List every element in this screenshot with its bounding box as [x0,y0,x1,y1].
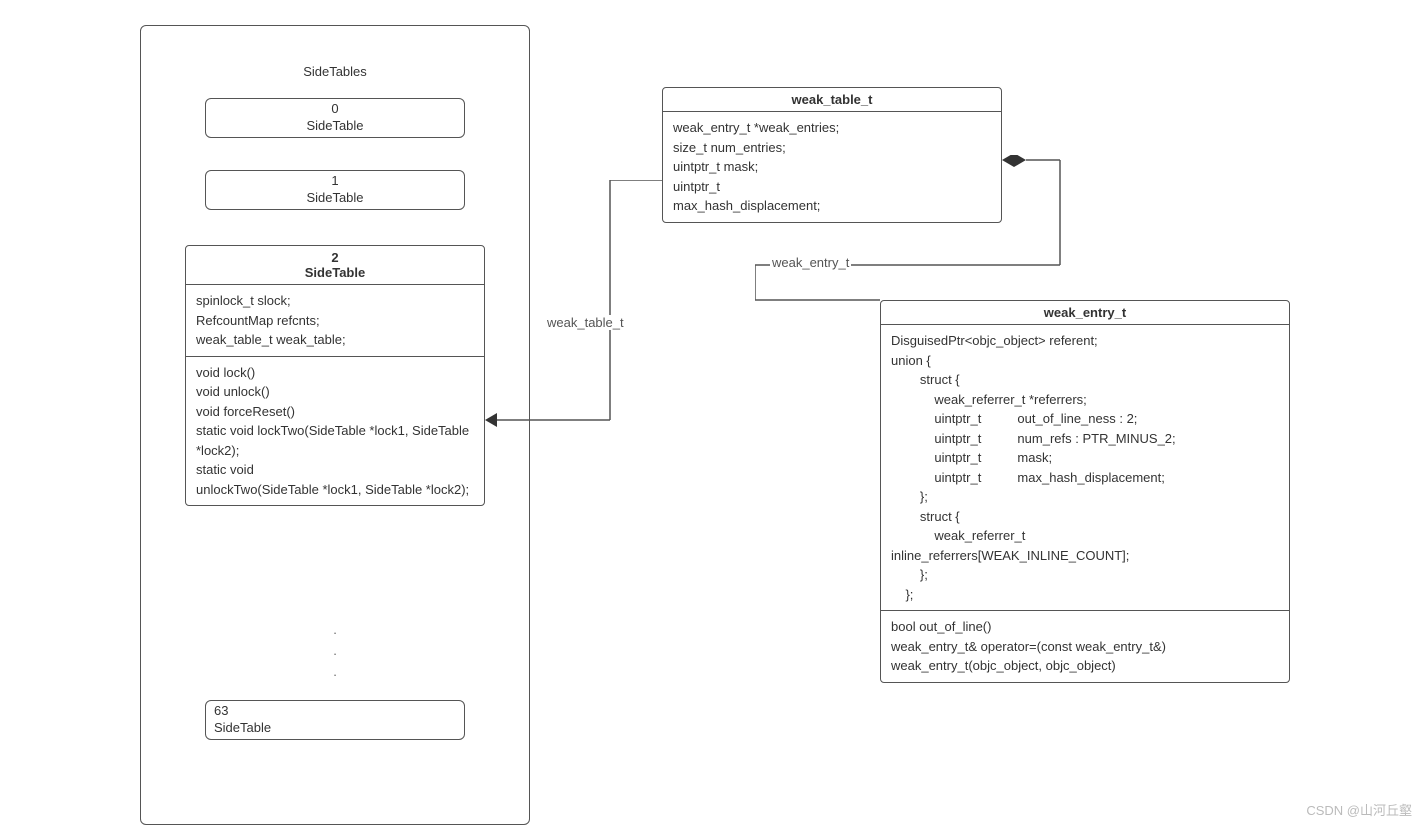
label-weak-table: weak_table_t [545,315,626,330]
sidetable-index: 0 [210,101,460,118]
sidetable-label: SideTable [214,720,456,737]
weak-table-body: weak_entry_t *weak_entries; size_t num_e… [663,112,1001,222]
sidetable-item-0: 0 SideTable [205,98,465,138]
sidetable-detailed-header: 2 SideTable [186,246,484,285]
sidetable-detailed-title: SideTable [194,265,476,280]
weak-table-box: weak_table_t weak_entry_t *weak_entries;… [662,87,1002,223]
weak-entry-fields: DisguisedPtr<objc_object> referent; unio… [881,325,1289,611]
sidetable-item-1: 1 SideTable [205,170,465,210]
sidetable-item-last: 63 SideTable [205,700,465,740]
sidetable-detailed-methods: void lock() void unlock() void forceRese… [186,357,484,506]
sidetable-detailed-fields: spinlock_t slock; RefcountMap refcnts; w… [186,285,484,357]
weak-table-title: weak_table_t [663,88,1001,112]
sidetables-title: SideTables [141,26,529,89]
weak-entry-title: weak_entry_t [881,301,1289,325]
sidetable-detailed: 2 SideTable spinlock_t slock; RefcountMa… [185,245,485,506]
label-weak-entry: weak_entry_t [770,255,851,270]
ellipsis: . . . [320,620,350,682]
watermark: CSDN @山河丘壑 [1306,800,1412,819]
sidetable-index: 63 [214,703,456,720]
weak-entry-box: weak_entry_t DisguisedPtr<objc_object> r… [880,300,1290,683]
sidetable-label: SideTable [210,118,460,135]
sidetable-detailed-index: 2 [194,250,476,265]
sidetable-label: SideTable [210,190,460,207]
weak-entry-methods: bool out_of_line() weak_entry_t& operato… [881,611,1289,682]
sidetable-index: 1 [210,173,460,190]
